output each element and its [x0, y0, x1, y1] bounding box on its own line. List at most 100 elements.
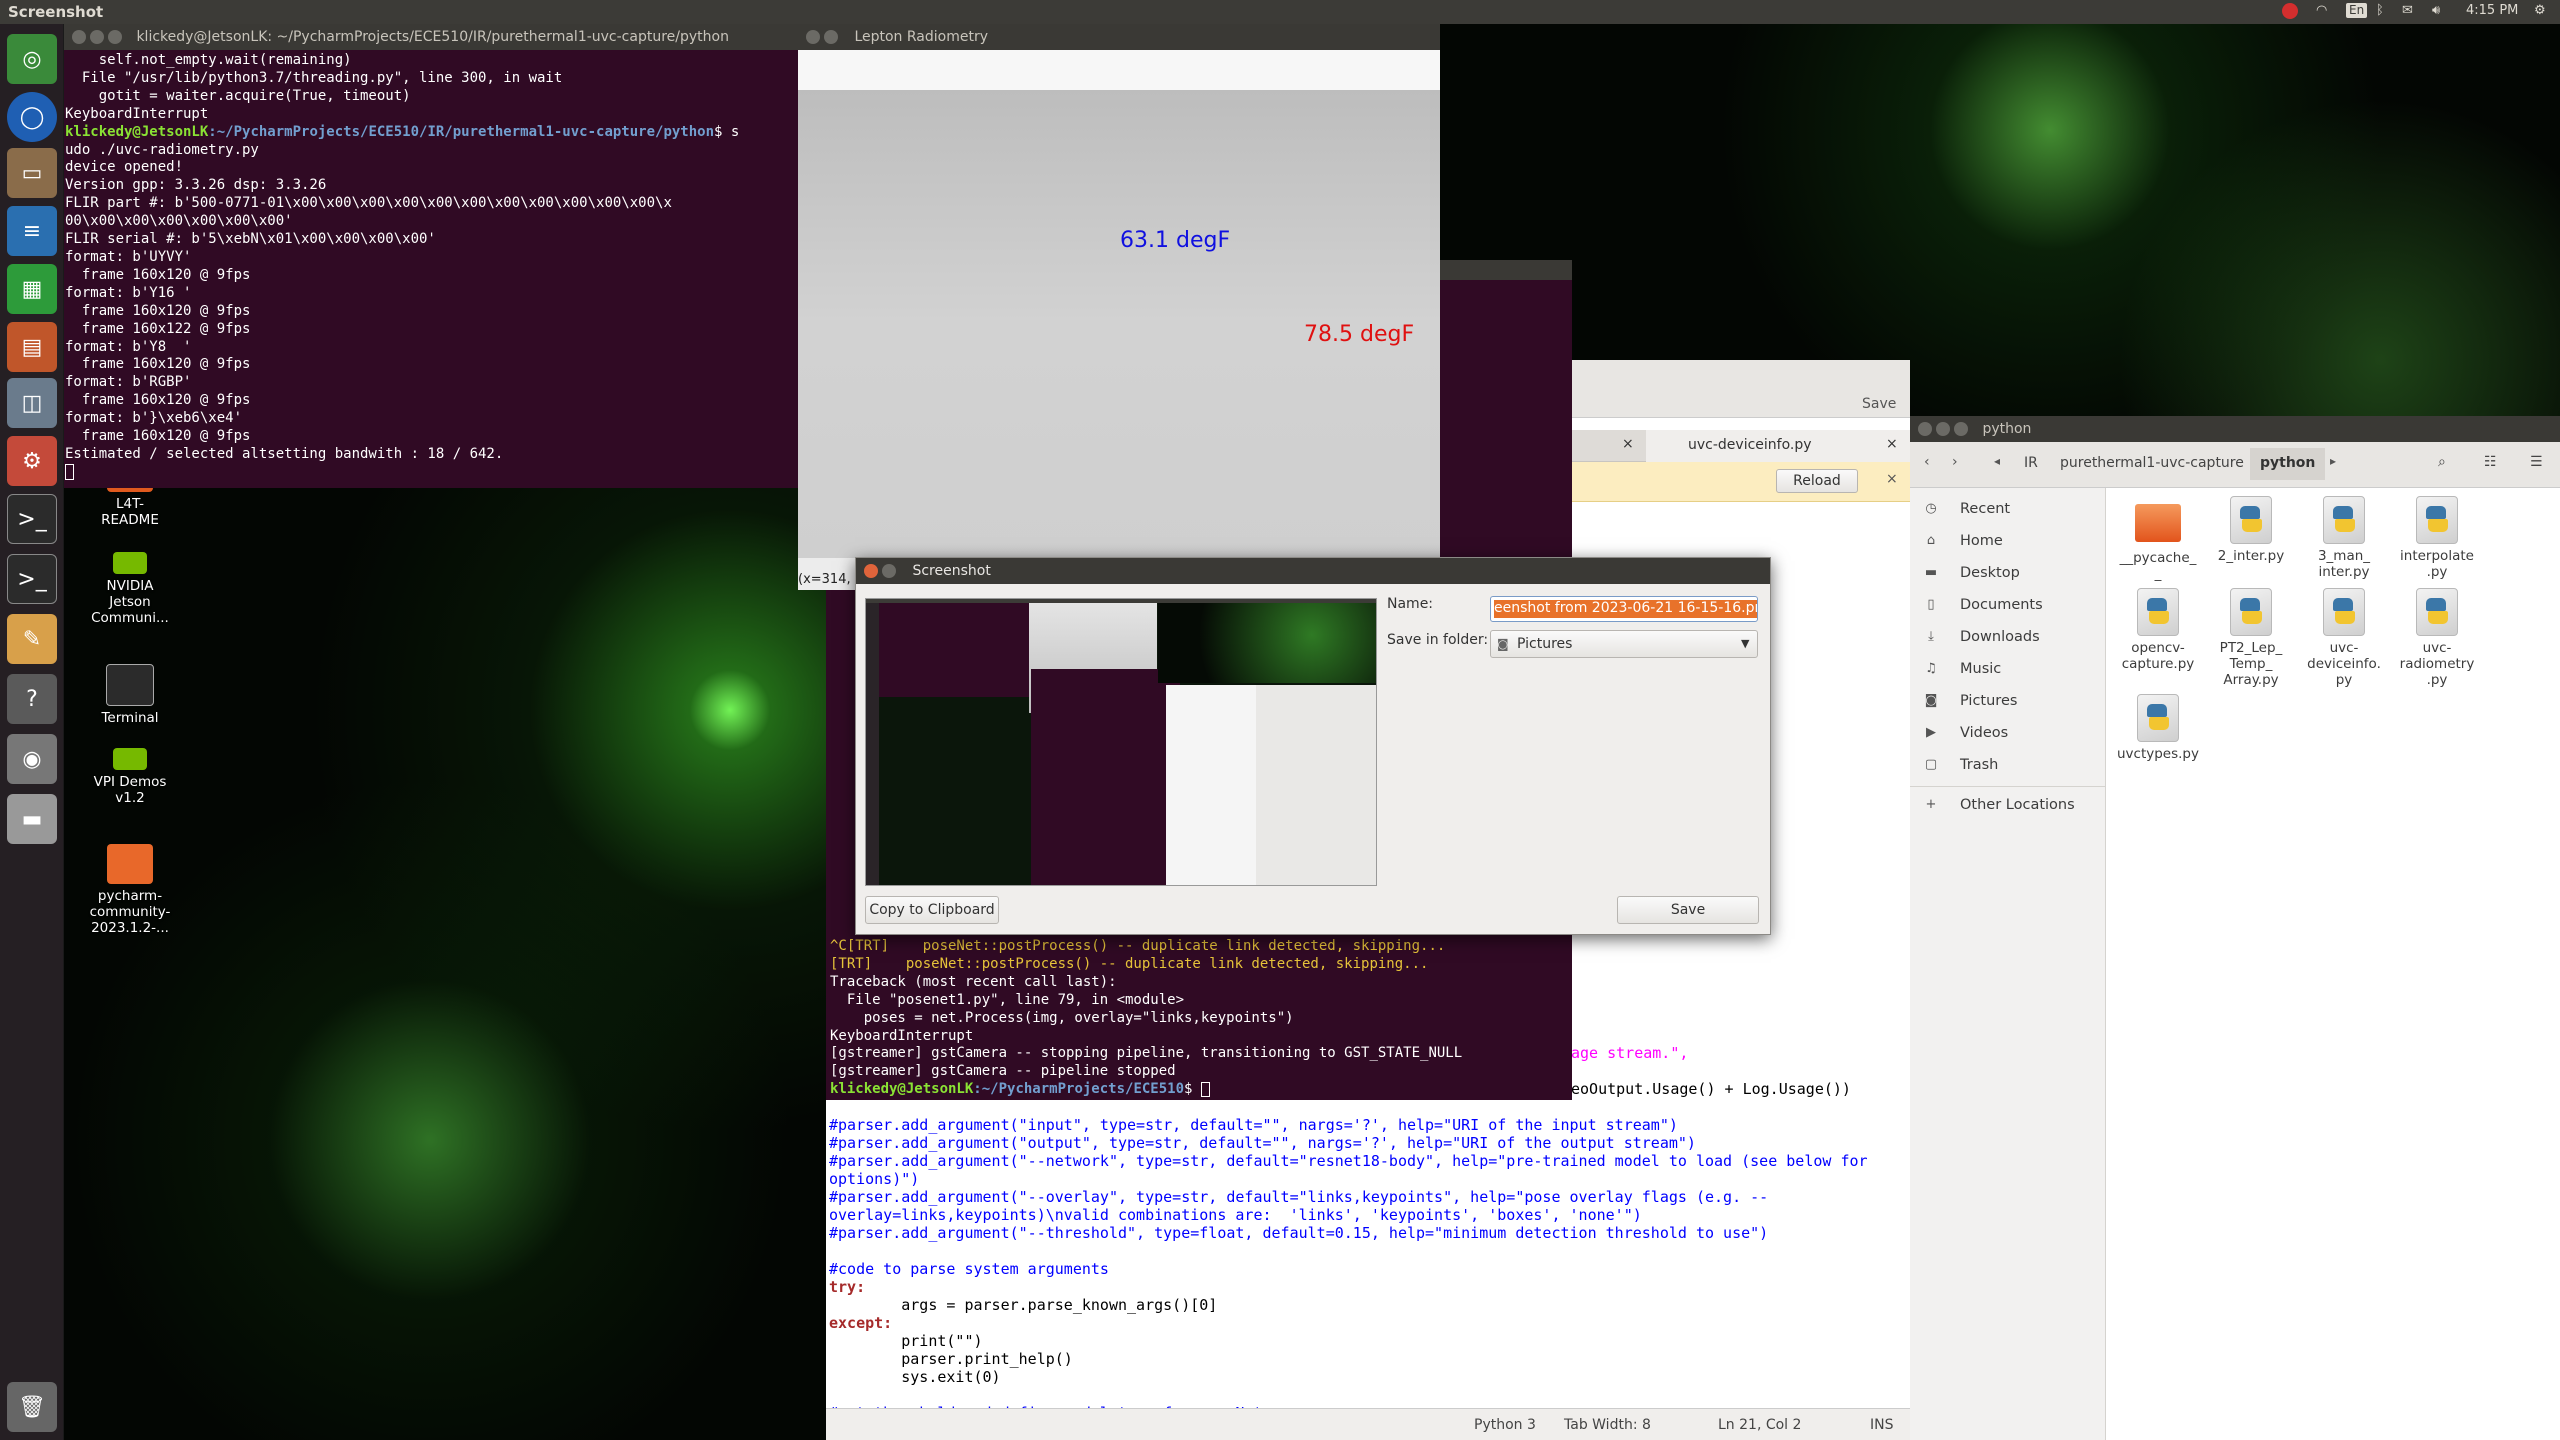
- editor-statusbar: Python 3 Tab Width: 8 Ln 21, Col 2 INS: [826, 1408, 1910, 1440]
- minimize-button[interactable]: [90, 30, 104, 44]
- terminal-cursor: [65, 463, 74, 480]
- crumb-right-icon[interactable]: ▸: [2330, 454, 2336, 468]
- code-fragment: age stream.",: [1571, 1044, 1689, 1062]
- reload-button[interactable]: Reload: [1776, 469, 1858, 493]
- terminal-line: format: b'UYVY': [65, 248, 192, 265]
- volume-icon[interactable]: 🔊︎: [2432, 3, 2440, 18]
- sidebar-item-music[interactable]: ♫ Music: [1910, 654, 2106, 686]
- tab-close-icon[interactable]: ×: [1622, 436, 1634, 452]
- minimize-button[interactable]: [882, 564, 896, 578]
- close-icon[interactable]: ×: [1886, 471, 1898, 487]
- cursor-position[interactable]: Ln 21, Col 2: [1718, 1417, 1801, 1433]
- file-item[interactable]: PT2_Lep_ Temp_ Array.py: [2206, 588, 2296, 688]
- sidebar-item-trash[interactable]: ▢ Trash: [1910, 750, 2106, 782]
- search-icon[interactable]: ⌕: [2438, 454, 2446, 470]
- crumb-left-icon[interactable]: ◂: [1994, 454, 2000, 468]
- desktop-icon-nvidia-jetson[interactable]: NVIDIA Jetson Communi...: [80, 552, 180, 626]
- file-item[interactable]: __pycache_ _: [2113, 500, 2203, 582]
- terminal-1-titlebar: klickedy@JetsonLK: ~/PycharmProjects/ECE…: [64, 24, 798, 50]
- copy-to-clipboard-button[interactable]: Copy to Clipboard: [865, 896, 999, 924]
- file-manager-sidebar: ◷ Recent ⌂ Home ▬ Desktop ▯ Documents ⤓ Downl…: [1910, 488, 2106, 1440]
- sidebar-item-recent[interactable]: ◷ Recent: [1910, 494, 2106, 526]
- crumb-purethermal[interactable]: purethermal1-uvc-capture: [2060, 455, 2244, 471]
- code-area[interactable]: #parser.add_argument("input", type=str, …: [829, 1116, 1909, 1422]
- sidebar-item-home[interactable]: ⌂ Home: [1910, 526, 2106, 558]
- camera-icon: ◙: [1924, 693, 1938, 708]
- save-button[interactable]: Save: [1862, 396, 1896, 412]
- terminal-line: poses = net.Process(img, overlay="links,…: [830, 1009, 1294, 1026]
- folder-dropdown[interactable]: ◙ Pictures ▼: [1490, 630, 1758, 658]
- software-center-icon[interactable]: ◫: [7, 378, 57, 428]
- maximize-button[interactable]: [1954, 422, 1968, 436]
- filename-input[interactable]: eenshot from 2023-06-21 16-15-16.png: [1490, 596, 1758, 622]
- sidebar-item-pictures[interactable]: ◙ Pictures: [1910, 686, 2106, 718]
- prompt-user: klickedy@JetsonLK: [830, 1081, 974, 1098]
- terminal-line: ^C[TRT] poseNet::postProcess() -- duplic…: [830, 938, 1446, 954]
- chromium-icon[interactable]: ◯: [7, 92, 57, 142]
- stop-icon[interactable]: [2282, 3, 2298, 19]
- sidebar-item-downloads[interactable]: ⤓ Downloads: [1910, 622, 2106, 654]
- terminal-cursor: [1200, 1081, 1210, 1097]
- back-icon[interactable]: ‹: [1924, 454, 1930, 470]
- file-item[interactable]: 2_inter.py: [2206, 496, 2296, 564]
- close-icon[interactable]: ×: [1886, 436, 1898, 452]
- close-button[interactable]: [1918, 422, 1932, 436]
- text-editor-icon[interactable]: ✎: [7, 614, 57, 664]
- terminal-icon-2[interactable]: >_: [7, 554, 57, 604]
- save-button[interactable]: Save: [1617, 896, 1759, 924]
- ubuntu-software-icon[interactable]: ◎: [7, 34, 57, 84]
- sidebar-item-documents[interactable]: ▯ Documents: [1910, 590, 2106, 622]
- terminal-window-1[interactable]: klickedy@JetsonLK: ~/PycharmProjects/ECE…: [64, 24, 798, 488]
- close-button[interactable]: [806, 30, 820, 44]
- desktop-icon-pycharm[interactable]: pycharm- community- 2023.1.2-...: [80, 844, 180, 936]
- menu-icon[interactable]: ☰: [2530, 454, 2543, 470]
- code-line: #parser.add_argument("--network", type=s…: [829, 1152, 1868, 1170]
- files-icon[interactable]: ▭: [7, 148, 57, 198]
- file-item[interactable]: uvctypes.py: [2113, 694, 2203, 762]
- terminal-line: FLIR part #: b'500-0771-01\x00\x00\x00\x…: [65, 195, 672, 212]
- close-button[interactable]: [72, 30, 86, 44]
- bluetooth-icon[interactable]: ᛒ: [2376, 3, 2384, 18]
- chevron-down-icon: ▼: [1741, 637, 1750, 650]
- clock-label[interactable]: 4:15 PM: [2466, 3, 2518, 18]
- desktop-icon-vpi-demos[interactable]: VPI Demos v1.2: [80, 748, 180, 806]
- crumb-python[interactable]: python: [2250, 448, 2326, 480]
- file-item[interactable]: uvc- deviceinfo. py: [2299, 588, 2389, 688]
- active-app-title: Screenshot: [8, 3, 104, 21]
- forward-icon[interactable]: ›: [1952, 454, 1958, 470]
- sidebar-item-desktop[interactable]: ▬ Desktop: [1910, 558, 2106, 590]
- file-item[interactable]: 3_man_ inter.py: [2299, 496, 2389, 580]
- minimize-button[interactable]: [824, 30, 838, 44]
- mail-icon[interactable]: ✉: [2402, 3, 2413, 18]
- tab-width-selector[interactable]: Tab Width: 8: [1564, 1417, 1651, 1433]
- desktop-icon-terminal[interactable]: Terminal: [80, 664, 180, 726]
- file-item[interactable]: opencv- capture.py: [2113, 588, 2203, 672]
- tab-uvc-deviceinfo[interactable]: uvc-deviceinfo.py ×: [1646, 430, 1910, 462]
- sidebar-item-other-locations[interactable]: + Other Locations: [1910, 790, 2106, 822]
- help-icon[interactable]: ?: [7, 674, 57, 724]
- thermal-image[interactable]: 63.1 degF 78.5 degF: [798, 90, 1440, 558]
- view-options-icon[interactable]: ☷: [2484, 454, 2497, 470]
- terminal-line: device opened!: [65, 159, 184, 176]
- writer-icon[interactable]: ≡: [7, 206, 57, 256]
- insert-mode: INS: [1870, 1417, 1894, 1433]
- wifi-icon[interactable]: ◠: [2316, 3, 2327, 18]
- terminal-icon[interactable]: >_: [7, 494, 57, 544]
- drive-icon[interactable]: ▬: [7, 794, 57, 844]
- settings-icon[interactable]: ⚙: [7, 436, 57, 486]
- file-item[interactable]: uvc- radiometry .py: [2392, 588, 2482, 688]
- impress-icon[interactable]: ▤: [7, 322, 57, 372]
- crumb-ir[interactable]: IR: [2024, 455, 2038, 471]
- python-file-icon: [2416, 496, 2458, 544]
- close-button[interactable]: [864, 564, 878, 578]
- file-item[interactable]: interpolate .py: [2392, 496, 2482, 580]
- sidebar-item-videos[interactable]: ▶ Videos: [1910, 718, 2106, 750]
- maximize-button[interactable]: [108, 30, 122, 44]
- minimize-button[interactable]: [1936, 422, 1950, 436]
- gear-icon[interactable]: ⚙: [2534, 3, 2546, 18]
- trash-icon[interactable]: 🗑︎: [7, 1382, 57, 1432]
- screenshot-icon[interactable]: ◉: [7, 734, 57, 784]
- keyboard-layout-indicator[interactable]: En: [2346, 3, 2368, 18]
- calc-icon[interactable]: ▦: [7, 264, 57, 314]
- language-selector[interactable]: Python 3: [1474, 1417, 1536, 1433]
